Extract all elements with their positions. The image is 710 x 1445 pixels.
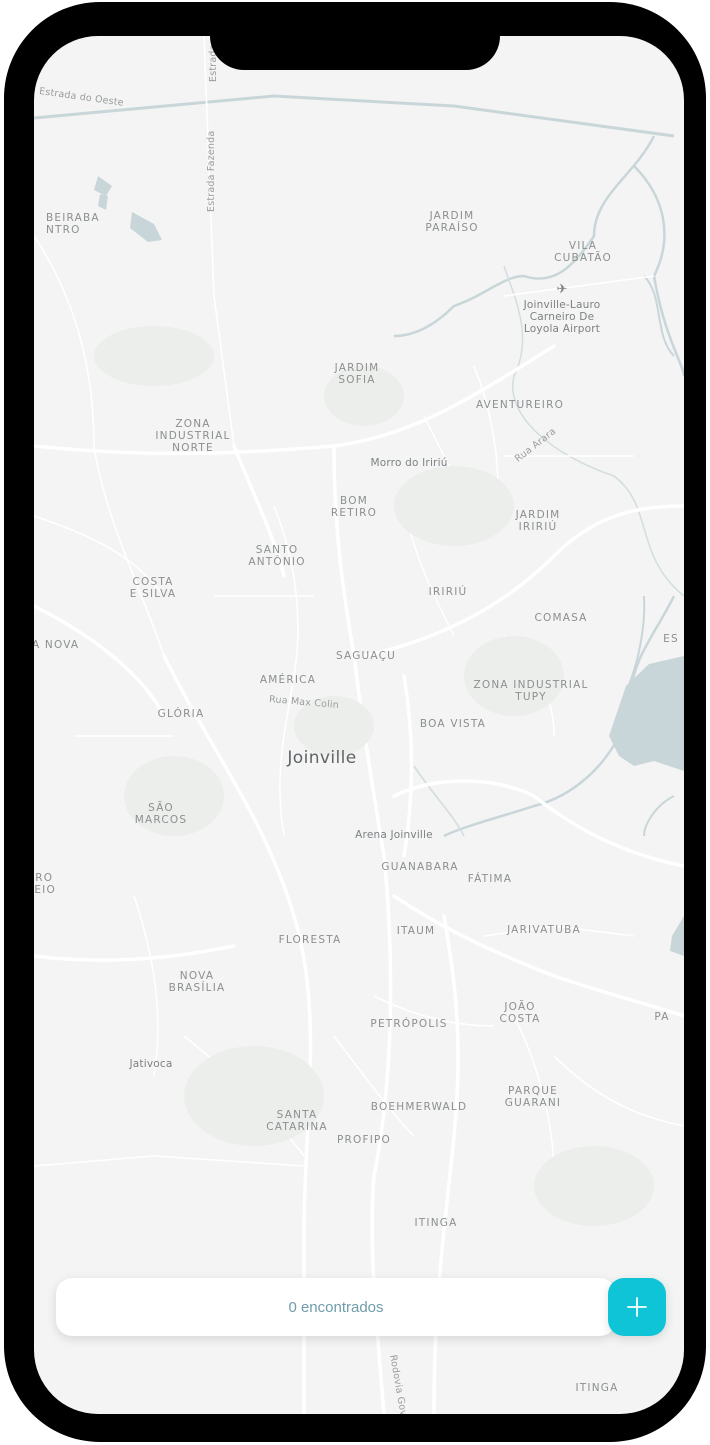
- label-joao-costa: JOÃO COSTA: [499, 1001, 541, 1025]
- label-costa-e-silva: COSTA E SILVA: [129, 576, 177, 600]
- label-aventureiro: AVENTUREIRO: [475, 399, 565, 411]
- label-jativoca: Jativoca: [129, 1058, 173, 1070]
- phone-notch: [210, 34, 500, 70]
- label-zona-industrial-tupy: ZONA INDUSTRIAL TUPY: [473, 679, 589, 703]
- label-vila-cubatao: VILA CUBATÃO: [554, 240, 612, 264]
- label-parque-guarani: PARQUE GUARANI: [504, 1085, 562, 1109]
- add-button[interactable]: [608, 1278, 666, 1336]
- label-vila-nova: LA NOVA: [34, 639, 80, 651]
- label-airport: Joinville-Lauro Carneiro De Loyola Airpo…: [523, 299, 601, 335]
- label-fatima: FÁTIMA: [467, 873, 513, 885]
- label-jardim-paraiso: JARDIM PARAÍSO: [425, 210, 479, 234]
- label-itinga-2: ITINGA: [575, 1382, 619, 1394]
- label-nova-brasilia: NOVA BRASÍLIA: [168, 970, 226, 994]
- label-morro-iririu: Morro do Iririú: [370, 457, 448, 469]
- app-screen: JARDIM PARAÍSO VILA CUBATÃO JARDIM SOFIA…: [34, 36, 684, 1414]
- label-sao-marcos: SÃO MARCOS: [134, 802, 188, 826]
- label-bom-retiro: BOM RETIRO: [330, 495, 378, 519]
- label-jardim-sofia: JARDIM SOFIA: [334, 362, 380, 386]
- airplane-icon: ✈: [556, 282, 568, 297]
- label-iririu: IRIRIÚ: [428, 586, 468, 598]
- results-count-text: 0 encontrados: [288, 1298, 384, 1316]
- label-santo-antonio: SANTO ANTÔNIO: [248, 544, 306, 568]
- label-jardim-iririu: JARDIM IRIRIÚ: [515, 509, 561, 533]
- label-pa: PA: [654, 1011, 670, 1023]
- results-bar[interactable]: 0 encontrados: [56, 1278, 616, 1336]
- road-estrada-fazenda: Estrada Fazenda: [206, 130, 217, 212]
- label-floresta: FLORESTA: [278, 934, 342, 946]
- label-boa-vista: BOA VISTA: [419, 718, 487, 730]
- label-zona-industrial-norte: ZONA INDUSTRIAL NORTE: [155, 418, 231, 454]
- label-arena: Arena Joinville: [355, 829, 433, 841]
- label-itinga: ITINGA: [414, 1217, 458, 1229]
- label-santa-catarina: SANTA CATARINA: [266, 1109, 328, 1133]
- label-ribeirao: RRO MEIO: [34, 872, 56, 896]
- label-saguacu: SAGUAÇU: [335, 650, 397, 662]
- label-gloria: GLÓRIA: [157, 708, 205, 720]
- map-view[interactable]: JARDIM PARAÍSO VILA CUBATÃO JARDIM SOFIA…: [34, 36, 684, 1414]
- city-label: Joinville: [287, 748, 357, 768]
- label-jarivatuba: JARIVATUBA: [507, 924, 581, 936]
- plus-icon: [627, 1297, 647, 1317]
- label-petropolis: PETRÓPOLIS: [370, 1018, 448, 1030]
- label-beiraba: BEIRABA NTRO: [46, 212, 100, 236]
- label-guanabara: GUANABARA: [381, 861, 459, 873]
- label-boehmerwald: BOEHMERWALD: [370, 1101, 468, 1113]
- label-es: ES: [663, 633, 679, 645]
- label-comasa: COMASA: [534, 612, 588, 624]
- label-america: AMÉRICA: [259, 674, 317, 686]
- label-profipo: PROFIPO: [336, 1134, 392, 1146]
- label-itaum: ITAUM: [396, 925, 436, 937]
